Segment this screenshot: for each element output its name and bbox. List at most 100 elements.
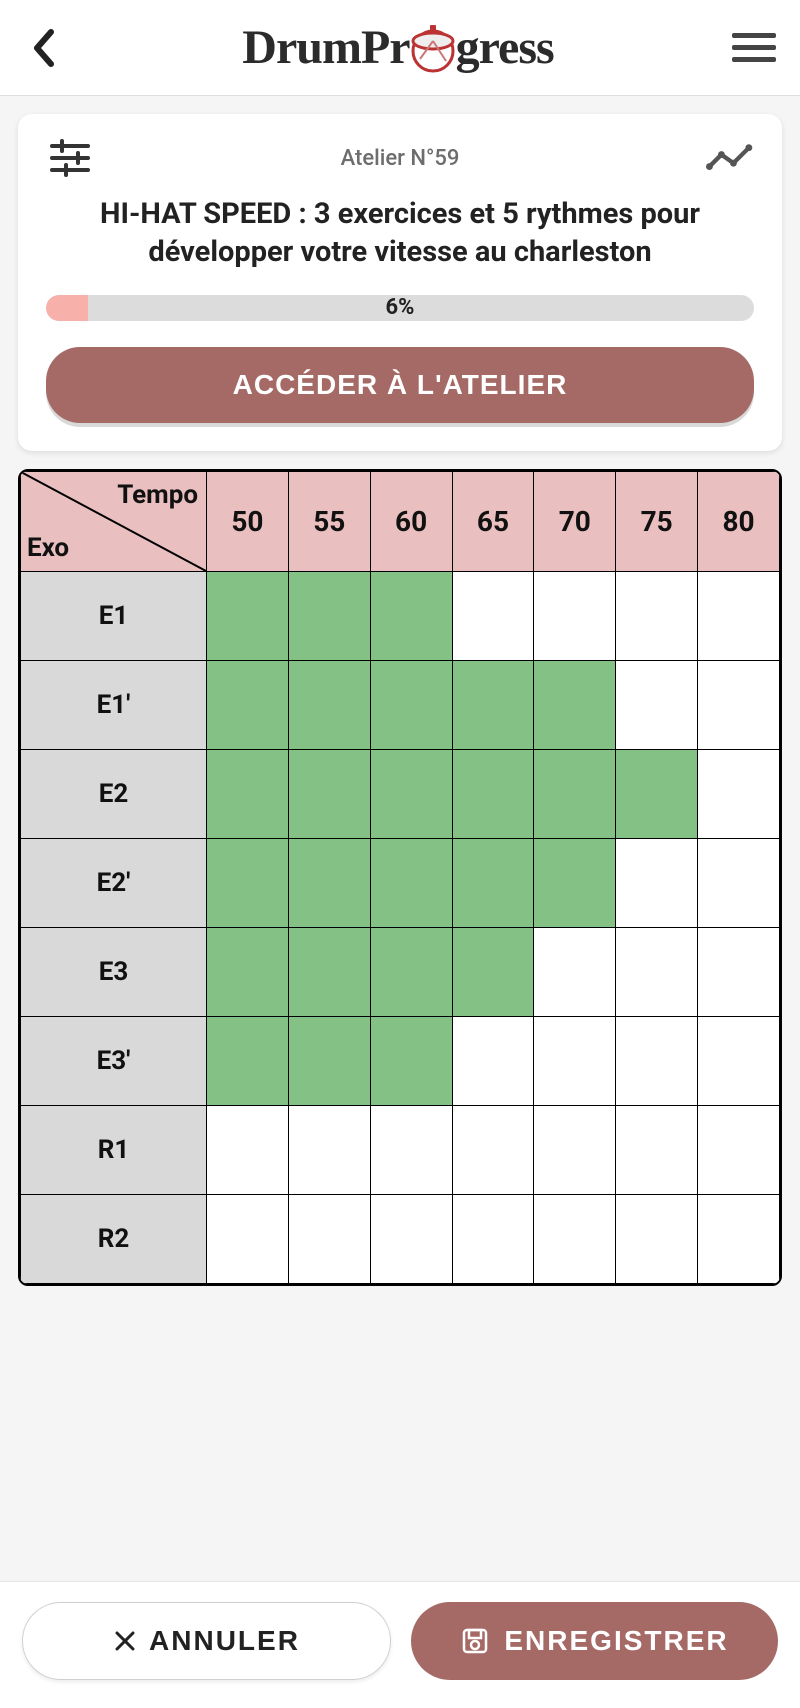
progress-table: Tempo Exo 50556065707580 E1E1'E2E2'E3E3'… [18, 469, 782, 1286]
exercise-label: R2 [21, 1195, 207, 1284]
exercise-label: E3' [21, 1017, 207, 1106]
progress-cell[interactable] [534, 839, 616, 928]
table-row: R2 [21, 1195, 780, 1284]
hamburger-line [732, 33, 776, 38]
progress-bar: 6% [46, 295, 754, 321]
progress-cell[interactable] [207, 661, 289, 750]
progress-cell[interactable] [452, 928, 534, 1017]
progress-cell[interactable] [370, 1017, 452, 1106]
progress-cell[interactable] [370, 928, 452, 1017]
progress-cell[interactable] [616, 572, 698, 661]
progress-cell[interactable] [288, 839, 370, 928]
exercise-label: E2' [21, 839, 207, 928]
tempo-header: 65 [452, 472, 534, 572]
progress-cell[interactable] [452, 1106, 534, 1195]
tempo-header: 60 [370, 472, 452, 572]
hamburger-line [732, 45, 776, 50]
progress-cell[interactable] [534, 750, 616, 839]
save-button[interactable]: ENREGISTRER [411, 1602, 778, 1680]
table-row: E3' [21, 1017, 780, 1106]
exercise-label: E3 [21, 928, 207, 1017]
card-top-row: Atelier N°59 [46, 134, 754, 182]
tempo-header: 70 [534, 472, 616, 572]
table-row: E1 [21, 572, 780, 661]
app-header: DrumPr gress [0, 0, 800, 96]
progress-cell[interactable] [207, 572, 289, 661]
hamburger-line [732, 57, 776, 62]
progress-cell[interactable] [207, 928, 289, 1017]
progress-cell[interactable] [207, 1195, 289, 1284]
logo-text-left: DrumPr [242, 20, 409, 75]
chevron-left-icon [31, 28, 57, 68]
progress-cell[interactable] [698, 1106, 780, 1195]
progress-cell[interactable] [288, 750, 370, 839]
progress-cell[interactable] [370, 1106, 452, 1195]
progress-cell[interactable] [698, 750, 780, 839]
progress-cell[interactable] [616, 750, 698, 839]
workshop-title: HI-HAT SPEED : 3 exercices et 5 rythmes … [46, 196, 754, 271]
settings-sliders-icon[interactable] [46, 134, 94, 182]
workshop-subtitle: Atelier N°59 [94, 146, 706, 171]
progress-cell[interactable] [452, 1195, 534, 1284]
progress-cell[interactable] [452, 1017, 534, 1106]
progress-cell[interactable] [452, 839, 534, 928]
app-logo: DrumPr gress [242, 20, 553, 75]
close-icon [113, 1629, 137, 1653]
progress-cell[interactable] [207, 1017, 289, 1106]
tempo-header: 50 [207, 472, 289, 572]
progress-cell[interactable] [207, 1106, 289, 1195]
stats-graph-icon[interactable] [706, 134, 754, 182]
table-corner-cell: Tempo Exo [21, 472, 207, 572]
progress-cell[interactable] [534, 572, 616, 661]
tempo-header: 55 [288, 472, 370, 572]
progress-cell[interactable] [370, 661, 452, 750]
access-workshop-button[interactable]: ACCÉDER À L'ATELIER [46, 347, 754, 423]
progress-cell[interactable] [616, 1106, 698, 1195]
progress-cell[interactable] [288, 1106, 370, 1195]
back-button[interactable] [24, 28, 64, 68]
progress-cell[interactable] [534, 1017, 616, 1106]
progress-cell[interactable] [288, 928, 370, 1017]
tempo-header: 75 [616, 472, 698, 572]
progress-cell[interactable] [370, 839, 452, 928]
cancel-button[interactable]: ANNULER [22, 1602, 391, 1680]
progress-cell[interactable] [698, 1195, 780, 1284]
progress-cell[interactable] [616, 1017, 698, 1106]
progress-cell[interactable] [370, 572, 452, 661]
progress-cell[interactable] [616, 839, 698, 928]
progress-cell[interactable] [452, 661, 534, 750]
progress-cell[interactable] [370, 1195, 452, 1284]
progress-cell[interactable] [207, 750, 289, 839]
progress-cell[interactable] [288, 1017, 370, 1106]
exercise-label: R1 [21, 1106, 207, 1195]
save-icon [460, 1626, 490, 1656]
progress-cell[interactable] [698, 572, 780, 661]
progress-cell[interactable] [698, 839, 780, 928]
table-body: E1E1'E2E2'E3E3'R1R2 [21, 572, 780, 1284]
table-header-row: Tempo Exo 50556065707580 [21, 472, 780, 572]
table-row: E1' [21, 661, 780, 750]
menu-button[interactable] [732, 28, 776, 68]
table-row: E2 [21, 750, 780, 839]
progress-cell[interactable] [534, 661, 616, 750]
progress-cell[interactable] [288, 572, 370, 661]
exercise-label: E2 [21, 750, 207, 839]
progress-cell[interactable] [207, 839, 289, 928]
progress-cell[interactable] [370, 750, 452, 839]
progress-cell[interactable] [698, 928, 780, 1017]
progress-cell[interactable] [452, 572, 534, 661]
tempo-header: 80 [698, 472, 780, 572]
exercise-label: E1' [21, 661, 207, 750]
progress-cell[interactable] [616, 1195, 698, 1284]
drum-logo-icon [406, 21, 460, 75]
progress-cell[interactable] [452, 750, 534, 839]
progress-cell[interactable] [616, 661, 698, 750]
progress-cell[interactable] [288, 661, 370, 750]
progress-cell[interactable] [698, 1017, 780, 1106]
progress-cell[interactable] [534, 928, 616, 1017]
progress-cell[interactable] [288, 1195, 370, 1284]
progress-cell[interactable] [534, 1106, 616, 1195]
progress-cell[interactable] [534, 1195, 616, 1284]
progress-cell[interactable] [616, 928, 698, 1017]
progress-cell[interactable] [698, 661, 780, 750]
